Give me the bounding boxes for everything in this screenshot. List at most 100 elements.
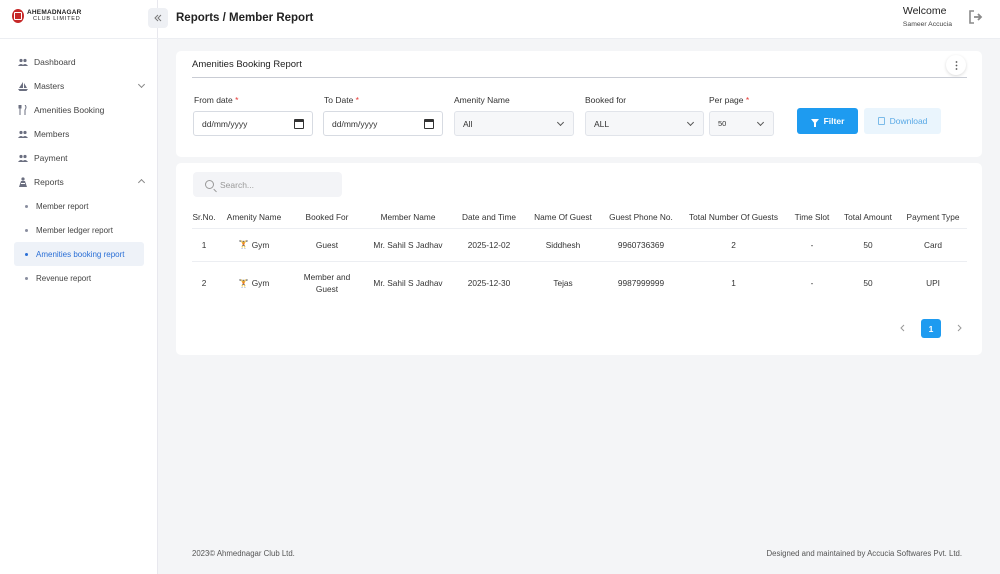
column-header[interactable]: Total Amount: [837, 206, 899, 228]
sidebar-item-members[interactable]: Members: [0, 122, 158, 146]
sidebar-item-label: Masters: [34, 81, 65, 91]
column-header[interactable]: Date and Time: [454, 206, 524, 228]
cell-guest-name: Tejas: [524, 260, 602, 304]
filter-button-label: Filter: [823, 116, 845, 126]
column-header[interactable]: Name Of Guest: [524, 206, 602, 228]
column-header[interactable]: Sr.No.: [192, 206, 216, 228]
column-header[interactable]: Payment Type: [899, 206, 967, 228]
column-header[interactable]: Total Number Of Guests: [680, 206, 787, 228]
dumbbell-icon: 🏋: [238, 278, 249, 288]
cell-total-amount: 50: [837, 227, 899, 261]
sidebar-item-payment[interactable]: Payment: [0, 146, 158, 170]
calendar-icon[interactable]: [294, 119, 304, 129]
amenity-name-label: Amenity Name: [454, 95, 510, 105]
bullet-icon: [25, 204, 28, 208]
sidebar-divider: [0, 38, 158, 39]
cell-sr-no: 2: [192, 260, 216, 304]
bullet-icon: [25, 228, 28, 232]
booked-for-label: Booked for: [585, 95, 627, 105]
to-date-input[interactable]: dd/mm/yyyy: [323, 111, 443, 136]
prev-page-button[interactable]: [900, 324, 905, 334]
collapse-sidebar-button[interactable]: [148, 8, 168, 28]
cell-payment-type: Card: [899, 227, 967, 261]
club-logo[interactable]: AHEMADNAGAR CLUB LIMITED: [12, 9, 82, 23]
calendar-icon[interactable]: [424, 119, 434, 129]
table-row[interactable]: 2 🏋 Gym Member and Guest Mr. Sahil S Jadh…: [192, 260, 967, 304]
table-header-row: Sr.No. Amenity Name Booked For Member Na…: [192, 206, 967, 228]
users-icon: [18, 153, 28, 163]
dumbbell-icon: 🏋: [238, 240, 249, 250]
logout-icon[interactable]: [968, 10, 984, 24]
sidebar-item-amenities-booking[interactable]: Amenities Booking: [0, 98, 158, 122]
sidebar-subitem-label: Revenue report: [36, 273, 92, 283]
cell-time-slot: -: [787, 227, 837, 261]
chevron-down-icon: [756, 118, 765, 127]
chevron-down-icon: [137, 80, 146, 89]
filter-button[interactable]: Filter: [797, 108, 858, 134]
breadcrumb: Reports / Member Report: [176, 12, 314, 24]
filter-card: Amenities Booking Report From date * dd/…: [176, 51, 982, 157]
sidebar-item-masters[interactable]: Masters: [0, 74, 158, 98]
welcome-block: Welcome Sameer Accucia: [903, 5, 952, 28]
cell-payment-type: UPI: [899, 260, 967, 304]
search-input[interactable]: Search...: [193, 172, 342, 197]
kebab-icon: [955, 60, 957, 70]
chevron-down-icon: [556, 118, 565, 127]
per-page-label: Per page *: [709, 95, 749, 105]
amenity-name: Gym: [251, 278, 270, 288]
column-header[interactable]: Amenity Name: [216, 206, 292, 228]
amenity-select-value: All: [463, 118, 473, 129]
from-date-input[interactable]: dd/mm/yyyy: [193, 111, 313, 136]
download-icon: [877, 117, 885, 125]
booked-for-select[interactable]: ALL: [585, 111, 704, 136]
club-emblem-icon: [12, 9, 24, 23]
cell-total-amount: 50: [837, 260, 899, 304]
column-header[interactable]: Time Slot: [787, 206, 837, 228]
sidebar-item-dashboard[interactable]: Dashboard: [0, 50, 158, 74]
to-date-label: To Date *: [324, 95, 359, 105]
sidebar-item-label: Payment: [34, 153, 68, 163]
page-button-current[interactable]: 1: [921, 319, 941, 338]
report-table-card: Search... Sr.No. Amenity Name Booked For…: [176, 163, 982, 355]
sidebar: AHEMADNAGAR CLUB LIMITED Dashboard Maste…: [0, 0, 158, 574]
cell-member-name: Mr. Sahil S Jadhav: [362, 227, 454, 261]
column-header[interactable]: Booked For: [292, 206, 362, 228]
cell-date: 2025-12-02: [454, 227, 524, 261]
more-options-button[interactable]: [946, 55, 966, 75]
card-title: Amenities Booking Report: [192, 59, 302, 70]
cell-guest-phone: 9960736369: [602, 227, 680, 261]
download-button[interactable]: Download: [864, 108, 941, 134]
bullet-icon: [25, 276, 28, 280]
required-mark: *: [355, 95, 359, 105]
sidebar-subitem-member-report[interactable]: Member report: [14, 194, 144, 218]
booked-for-select-value: ALL: [594, 118, 610, 129]
title-divider: [192, 77, 967, 78]
users-icon: [18, 57, 28, 67]
cell-amenity: 🏋 Gym: [216, 227, 292, 261]
sidebar-subitem-revenue-report[interactable]: Revenue report: [14, 266, 144, 290]
sidebar-subitem-member-ledger-report[interactable]: Member ledger report: [14, 218, 144, 242]
cell-guest-phone: 9987999999: [602, 260, 680, 304]
sidebar-subitem-amenities-booking-report[interactable]: Amenities booking report: [14, 242, 144, 266]
sidebar-subitem-label: Amenities booking report: [36, 249, 125, 259]
sailboat-icon: [18, 81, 28, 91]
per-page-select[interactable]: 50: [709, 111, 774, 136]
table-row[interactable]: 1 🏋 Gym Guest Mr. Sahil S Jadhav 2025-12-…: [192, 227, 967, 261]
per-page-select-value: 50: [718, 119, 727, 128]
cell-guest-name: Siddhesh: [524, 227, 602, 261]
chevron-up-icon: [137, 178, 146, 187]
column-header[interactable]: Member Name: [362, 206, 454, 228]
users-icon: [18, 129, 28, 139]
amenity-select[interactable]: All: [454, 111, 574, 136]
brand-line-2: CLUB LIMITED: [33, 16, 81, 22]
next-page-button[interactable]: [957, 324, 962, 334]
sidebar-item-reports[interactable]: Reports: [0, 170, 158, 194]
sidebar-nav: Dashboard Masters Amenities Booking Memb…: [0, 50, 158, 290]
footer-credit: Designed and maintained by Accucia Softw…: [766, 549, 962, 558]
per-page-label-text: Per page: [709, 95, 744, 105]
double-chevron-left-icon: [154, 14, 162, 22]
cell-sr-no: 1: [192, 227, 216, 261]
report-icon: [18, 177, 28, 187]
sidebar-item-label: Amenities Booking: [34, 105, 105, 115]
column-header[interactable]: Guest Phone No.: [602, 206, 680, 228]
